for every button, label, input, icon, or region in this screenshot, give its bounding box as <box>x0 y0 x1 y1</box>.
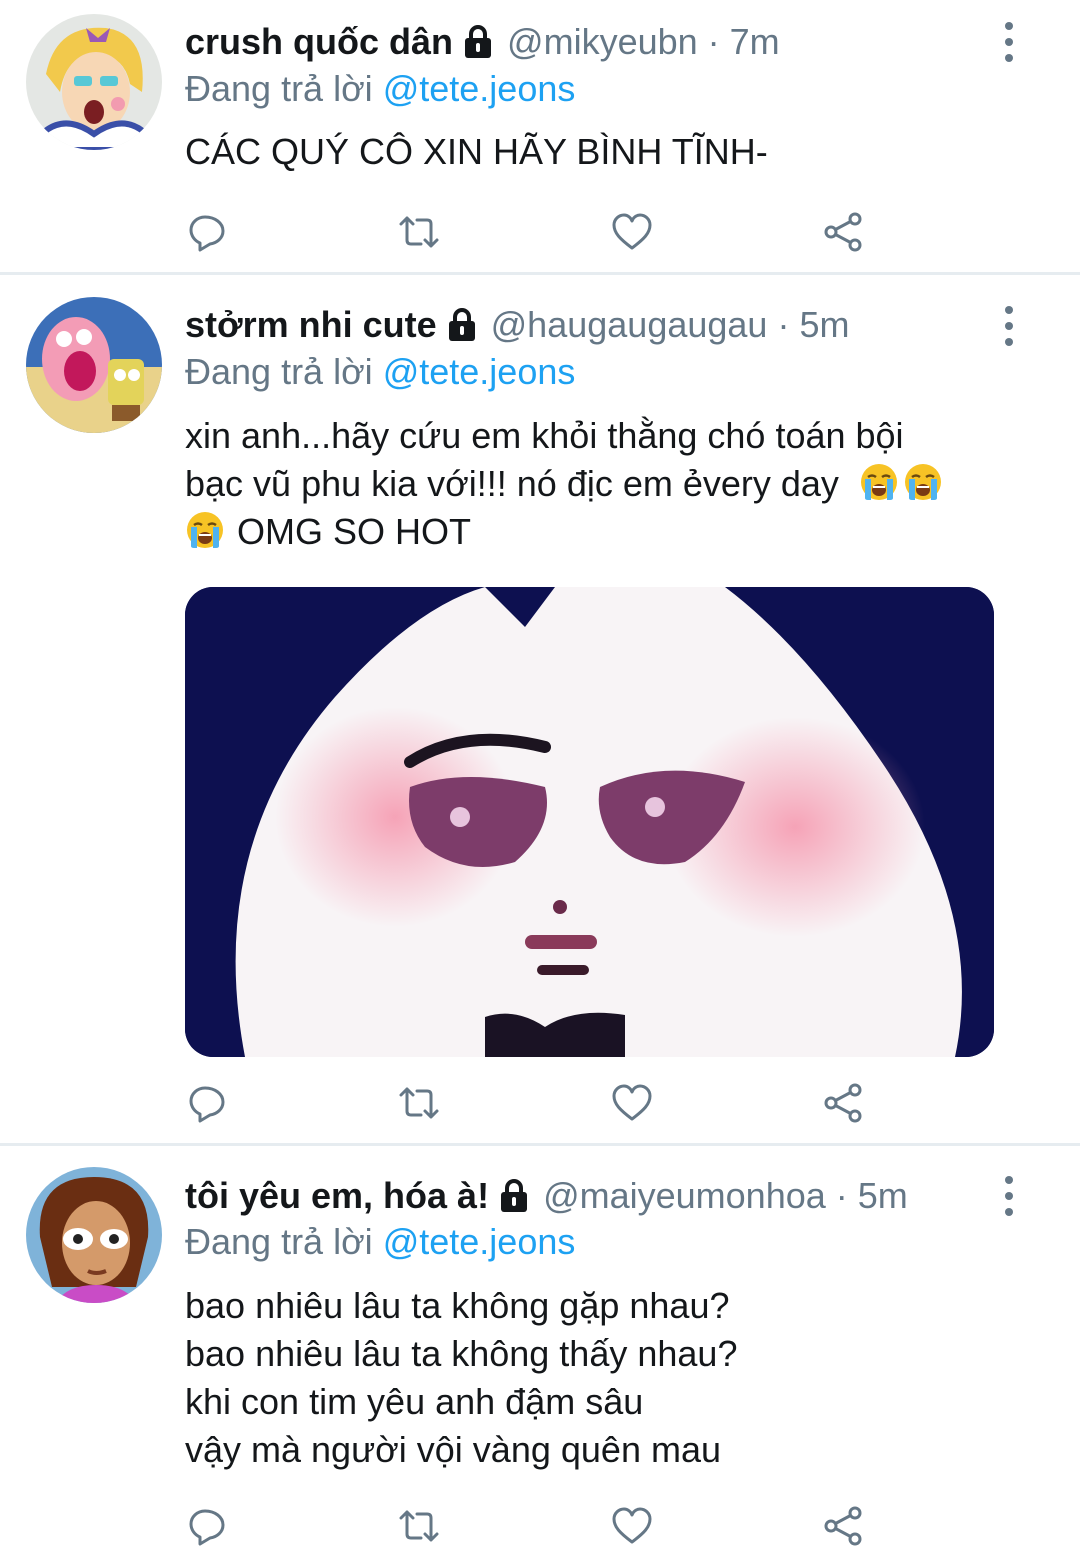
avatar[interactable] <box>26 14 162 150</box>
tweet-text-fragment: OMG SO HOT <box>237 511 471 552</box>
loudly-crying-face-icon <box>859 462 899 502</box>
lock-icon <box>447 308 477 342</box>
tweet-text: xin anh...hãy cứu em khỏi thằng chó toán… <box>185 412 1025 556</box>
tweet-text-line: khi con tim yêu anh đậm sâu <box>185 1381 644 1422</box>
share-icon[interactable] <box>822 1081 866 1125</box>
lock-icon <box>463 25 493 59</box>
display-name[interactable]: stởrm nhi cute <box>185 304 437 346</box>
reply-icon[interactable] <box>186 210 230 254</box>
tweet-media-image[interactable] <box>185 587 994 1057</box>
avatar[interactable] <box>26 297 162 433</box>
username[interactable]: @maiyeumonhoa <box>543 1175 826 1217</box>
retweet-icon[interactable] <box>397 1081 441 1125</box>
like-icon[interactable] <box>610 210 654 254</box>
tweet[interactable]: stởrm nhi cute @haugaugaugau · 5m Đang t… <box>0 275 1080 1143</box>
mention-link[interactable]: @tete.jeons <box>383 1221 576 1262</box>
tweet-text-fragment: bạc vũ phu kia với!!! nó địc em ẻvery da… <box>185 463 839 504</box>
replying-label: Đang trả lời <box>185 68 373 109</box>
lock-icon <box>499 1179 529 1213</box>
replying-to: Đang trả lời @tete.jeons <box>185 68 575 110</box>
tweet-actions <box>185 210 885 254</box>
replying-label: Đang trả lời <box>185 1221 373 1262</box>
tweet-text-line: bao nhiêu lâu ta không thấy nhau? <box>185 1333 738 1374</box>
tweet-text-line-with-emoji: bạc vũ phu kia với!!! nó địc em ẻvery da… <box>185 460 1025 508</box>
loudly-crying-face-icon <box>903 462 943 502</box>
tweet-text-line: CÁC QUÝ CÔ XIN HÃY BÌNH TĨNH- <box>185 131 768 172</box>
timestamp[interactable]: 7m <box>730 21 780 63</box>
separator-dot: · <box>835 1175 848 1216</box>
timestamp[interactable]: 5m <box>858 1175 908 1217</box>
mention-link[interactable]: @tete.jeons <box>383 68 576 109</box>
tweet-text-line: xin anh...hãy cứu em khỏi thằng chó toán… <box>185 415 904 456</box>
username[interactable]: @haugaugaugau <box>491 304 768 346</box>
more-options-icon[interactable] <box>995 1176 1023 1216</box>
tweet-actions <box>185 1081 885 1125</box>
retweet-icon[interactable] <box>397 210 441 254</box>
timestamp[interactable]: 5m <box>799 304 849 346</box>
separator-dot: · <box>707 21 720 62</box>
replying-label: Đang trả lời <box>185 351 373 392</box>
tweet-text: CÁC QUÝ CÔ XIN HÃY BÌNH TĨNH- <box>185 128 1025 176</box>
more-options-icon[interactable] <box>995 22 1023 62</box>
separator-dot: · <box>777 304 790 345</box>
mention-link[interactable]: @tete.jeons <box>383 351 576 392</box>
reply-icon[interactable] <box>186 1081 230 1125</box>
display-name[interactable]: tôi yêu em, hóa à! <box>185 1175 489 1217</box>
tweet-text-line-with-emoji: OMG SO HOT <box>185 508 1025 556</box>
display-name[interactable]: crush quốc dân <box>185 21 453 63</box>
tweet-text: bao nhiêu lâu ta không gặp nhau? bao nhi… <box>185 1282 1025 1474</box>
avatar[interactable] <box>26 1167 162 1303</box>
loudly-crying-face-icon <box>185 510 225 550</box>
share-icon[interactable] <box>822 1504 866 1548</box>
tweet[interactable]: tôi yêu em, hóa à! @maiyeumonhoa · 5m Đa… <box>0 1146 1080 1567</box>
like-icon[interactable] <box>610 1081 654 1125</box>
share-icon[interactable] <box>822 210 866 254</box>
more-options-icon[interactable] <box>995 306 1023 346</box>
username[interactable]: @mikyeubn <box>507 21 698 63</box>
tweet-text-line: vậy mà người vội vàng quên mau <box>185 1429 721 1470</box>
reply-icon[interactable] <box>186 1504 230 1548</box>
tweet-actions <box>185 1504 885 1548</box>
replying-to: Đang trả lời @tete.jeons <box>185 1221 575 1263</box>
like-icon[interactable] <box>610 1504 654 1548</box>
tweet[interactable]: crush quốc dân @mikyeubn · 7m Đang trả l… <box>0 0 1080 272</box>
tweet-text-line: bao nhiêu lâu ta không gặp nhau? <box>185 1285 730 1326</box>
replying-to: Đang trả lời @tete.jeons <box>185 351 575 393</box>
retweet-icon[interactable] <box>397 1504 441 1548</box>
